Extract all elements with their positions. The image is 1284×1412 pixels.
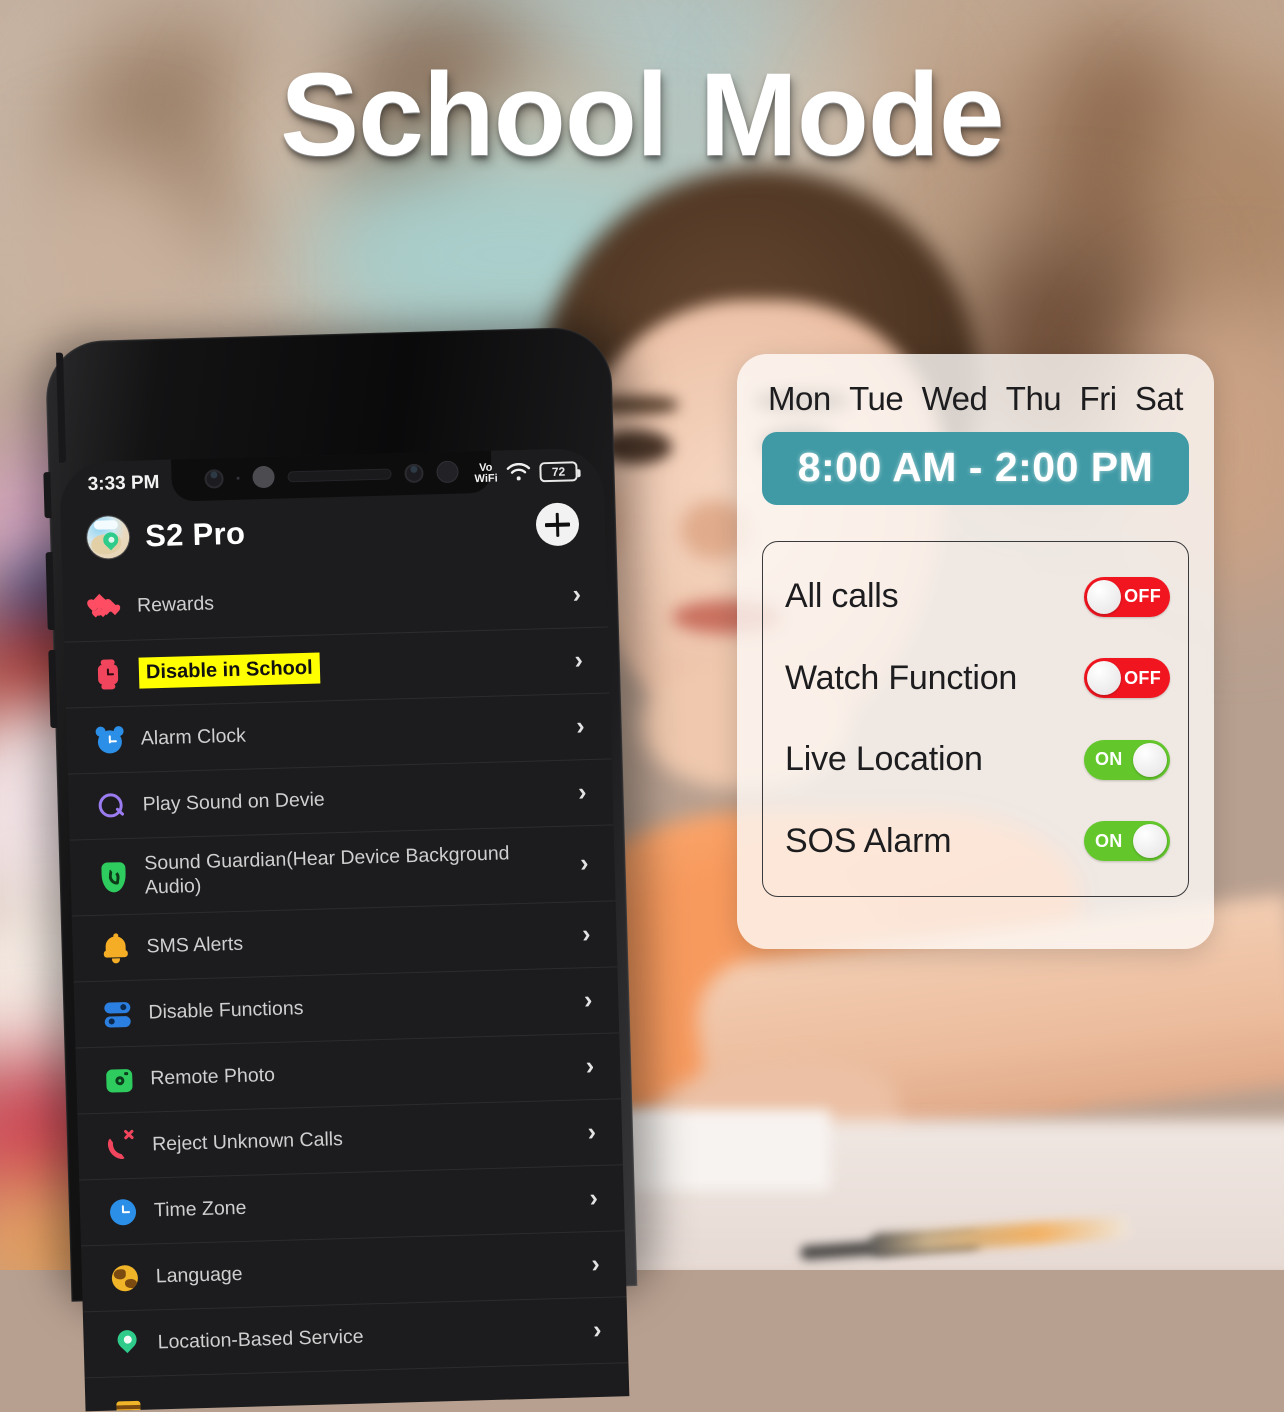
smartwatch-icon [93, 658, 124, 690]
setting-row-all-calls: All calls OFF [785, 576, 1170, 617]
day-thu[interactable]: Thu [1006, 380, 1062, 418]
phone-screen: 3:33 PM Vo WiFi 72 S2 Pro Rewards › Disa… [59, 447, 630, 1412]
day-wed[interactable]: Wed [922, 380, 988, 418]
menu-item-label: Alarm Clock [140, 724, 247, 750]
menu-item-label: Disable in School [138, 652, 321, 689]
toggle-knob [1133, 742, 1167, 777]
menu-item-label: Time Zone [153, 1196, 247, 1221]
toggle-state-label: ON [1095, 749, 1123, 770]
menu-item-label: Remote Photo [149, 1063, 276, 1090]
app-title: S2 Pro [144, 515, 246, 553]
reject-call-icon [105, 1128, 137, 1161]
menu-item-label: Sound Guardian(Hear Device Background Au… [143, 842, 510, 898]
setting-label: SOS Alarm [785, 821, 952, 860]
menu-item-label: SMS Alerts [146, 932, 244, 958]
day-mon[interactable]: Mon [768, 380, 831, 418]
camera-icon [104, 1064, 135, 1095]
phone-mockup: 3:33 PM Vo WiFi 72 S2 Pro Rewards › Disa… [30, 319, 658, 1412]
toggle-watch-function[interactable]: OFF [1084, 658, 1170, 699]
time-range-bar[interactable]: 8:00 AM - 2:00 PM [762, 432, 1189, 505]
menu-item-label: Play Sound on Devie [142, 788, 326, 816]
menu-item-label: Location-Based Service [157, 1325, 364, 1353]
phone-notch [170, 448, 493, 502]
chevron-right-icon: › [587, 1118, 597, 1147]
menu-item-label: Rewards [136, 592, 215, 617]
phone-power-button[interactable] [56, 352, 67, 463]
proximity-sensor-icon [252, 465, 275, 489]
sensor-dot-icon [236, 476, 240, 480]
chevron-right-icon: › [581, 920, 591, 949]
toggle-live-location[interactable]: ON [1084, 739, 1170, 780]
toggle-knob [1087, 579, 1121, 614]
chevron-right-icon: › [572, 579, 582, 608]
day-selector: Mon Tue Wed Thu Fri Sat [762, 380, 1189, 418]
setting-label: All calls [785, 577, 899, 616]
front-camera-icon [204, 468, 224, 489]
menu-item-label: Reject Unknown Calls [151, 1127, 344, 1156]
setting-row-sos-alarm: SOS Alarm ON [785, 821, 1170, 862]
setting-row-watch-function: Watch Function OFF [785, 658, 1170, 699]
toggle-state-label: OFF [1124, 667, 1161, 688]
toggle-state-label: ON [1095, 830, 1123, 851]
settings-toggle-panel: All calls OFF Watch Function OFF Live Lo… [762, 541, 1189, 897]
settings-menu: Rewards › Disable in School › Alarm Cloc… [62, 561, 630, 1412]
chevron-right-icon: › [583, 986, 593, 1015]
battery-icon: 72 [539, 461, 578, 483]
hearts-icon [91, 592, 122, 623]
chevron-right-icon: › [575, 712, 586, 741]
bell-icon [100, 932, 131, 963]
phone-frame: 3:33 PM Vo WiFi 72 S2 Pro Rewards › Disa… [43, 326, 638, 1412]
plus-icon[interactable] [535, 502, 580, 547]
setting-row-live-location: Live Location ON [785, 739, 1170, 780]
ambient-sensor-icon [436, 460, 459, 484]
setting-label: Live Location [785, 740, 983, 779]
chevron-right-icon: › [585, 1052, 595, 1081]
alarm-clock-icon [94, 725, 125, 756]
page-title: School Mode [280, 49, 1004, 181]
toggle-all-calls[interactable]: OFF [1084, 576, 1170, 617]
chevron-right-icon: › [577, 778, 587, 807]
earpiece-speaker [287, 467, 392, 482]
school-mode-schedule-card: Mon Tue Wed Thu Fri Sat 8:00 AM - 2:00 P… [737, 354, 1214, 949]
chevron-right-icon: › [579, 849, 589, 878]
chevron-right-icon: › [589, 1183, 599, 1213]
chevron-right-icon: › [590, 1249, 601, 1279]
phone-silent-switch[interactable] [43, 471, 52, 519]
menu-item-label: Language [155, 1262, 243, 1287]
toggles-icon [102, 998, 133, 1029]
setting-label: Watch Function [785, 658, 1018, 697]
vowifi-icon: Vo WiFi [474, 461, 498, 486]
status-indicators: Vo WiFi 72 [474, 460, 578, 485]
card-icon [113, 1394, 144, 1412]
toggle-state-label: OFF [1124, 586, 1161, 607]
avatar[interactable] [86, 515, 130, 559]
toggle-knob [1087, 661, 1121, 696]
wifi-icon [506, 462, 531, 481]
status-time: 3:33 PM [87, 471, 160, 495]
location-pin-icon [111, 1325, 142, 1359]
shield-phone-icon [98, 861, 129, 893]
phone-volume-down-button[interactable] [48, 649, 58, 729]
globe-icon [109, 1262, 140, 1293]
day-sat[interactable]: Sat [1135, 380, 1184, 418]
menu-item-label: Disable Functions [148, 996, 304, 1024]
sound-search-icon [96, 790, 127, 821]
chevron-right-icon: › [574, 646, 584, 675]
toggle-knob [1133, 824, 1167, 859]
toggle-sos-alarm[interactable]: ON [1084, 821, 1170, 862]
day-fri[interactable]: Fri [1080, 380, 1117, 418]
clock-icon [108, 1196, 139, 1227]
day-tue[interactable]: Tue [849, 380, 904, 418]
phone-volume-up-button[interactable] [45, 551, 55, 631]
chevron-right-icon: › [592, 1315, 602, 1345]
secondary-camera-icon [404, 463, 424, 483]
